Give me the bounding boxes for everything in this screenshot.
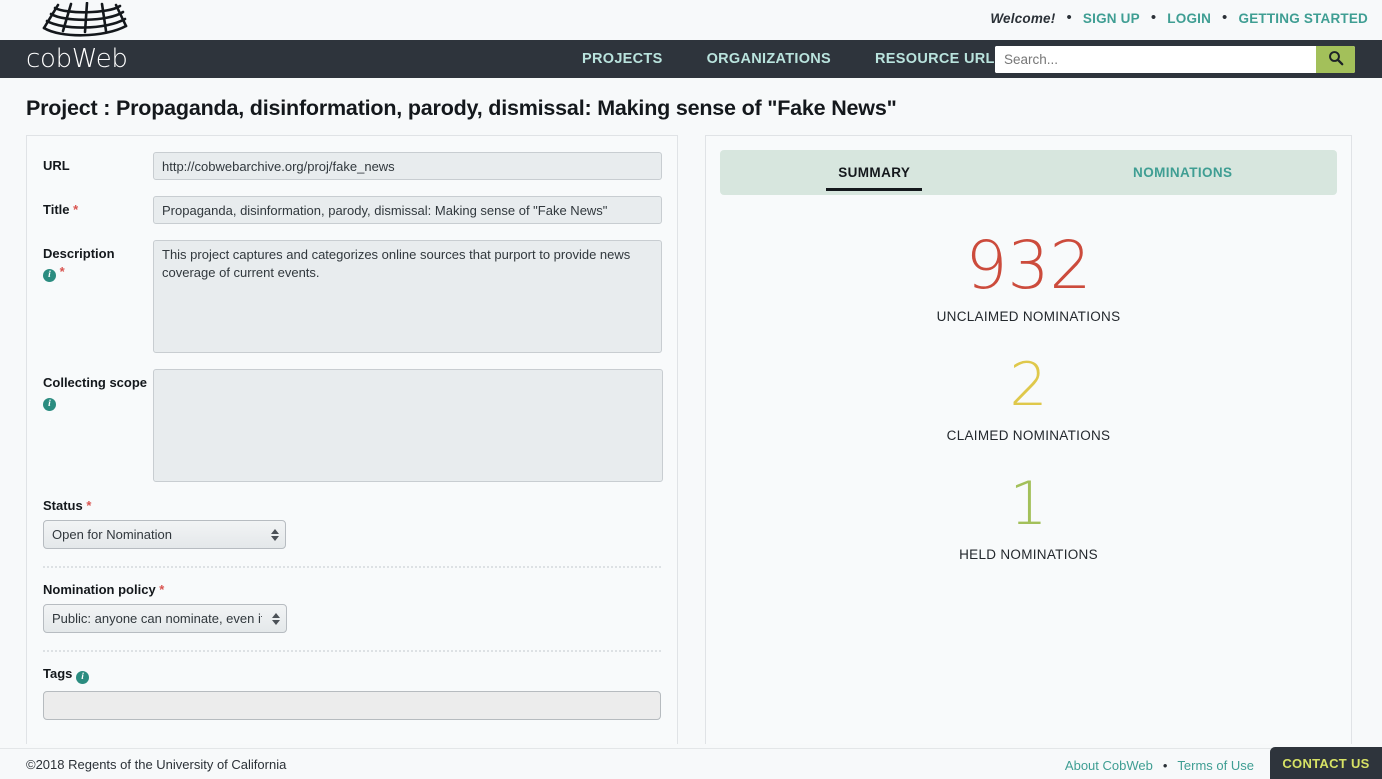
getting-started-link[interactable]: GETTING STARTED [1239,11,1369,26]
search-input[interactable] [995,46,1316,73]
terms-of-use-link[interactable]: Terms of Use [1177,758,1254,773]
nav-separator: • [1150,9,1157,26]
page-title: Project : Propaganda, disinformation, pa… [26,96,897,120]
form-divider [43,650,661,652]
description-label-text: Description [43,246,115,261]
stat-label: CLAIMED NOMINATIONS [946,428,1111,443]
summary-stats: 932 UNCLAIMED NOMINATIONS 2 CLAIMED NOMI… [706,195,1351,563]
utility-bar: Welcome! • SIGN UP • LOGIN • GETTING STA… [0,0,1382,40]
url-input[interactable] [153,152,662,180]
summary-panel: SUMMARY NOMINATIONS 932 UNCLAIMED NOMINA… [705,135,1352,744]
login-link[interactable]: LOGIN [1167,11,1211,26]
stat-label: HELD NOMINATIONS [959,547,1098,562]
footer-separator: • [1162,758,1168,773]
description-label: Description i * [43,240,153,282]
nomination-policy-label: Nomination policy * [43,582,663,597]
url-label: URL [43,152,153,175]
collecting-scope-label-text: Collecting scope [43,375,148,390]
collecting-scope-textarea[interactable] [153,369,663,482]
tags-input[interactable] [43,691,661,720]
nav-item-projects[interactable]: PROJECTS [560,51,685,67]
copyright-text: ©2018 Regents of the University of Calif… [26,757,287,772]
stat-value: 1 [1009,469,1048,539]
project-form-panel: URL Title * Description i * This project… [26,135,678,744]
info-icon[interactable]: i [43,398,56,411]
project-form: URL Title * Description i * This project… [27,136,677,720]
page-footer: ©2018 Regents of the University of Calif… [0,747,1382,779]
logo-text: cobWeb [26,44,128,74]
required-marker: * [86,498,92,513]
stat-label: UNCLAIMED NOMINATIONS [936,309,1121,324]
title-input[interactable] [153,196,662,224]
url-label-text: URL [43,158,70,173]
collecting-scope-label: Collecting scope i [43,369,153,411]
field-row-title: Title * [43,196,663,224]
detail-tabbar: SUMMARY NOMINATIONS [720,150,1337,195]
search-icon [1328,50,1344,69]
status-select-wrap: Open for Nomination [43,520,286,549]
nomination-policy-block: Nomination policy * Public: anyone can n… [43,582,663,633]
status-block: Status * Open for Nomination [43,498,663,549]
tags-block: Tags i [43,666,663,720]
nomination-policy-select[interactable]: Public: anyone can nominate, even if tl [43,604,287,633]
field-row-description: Description i * This project captures an… [43,240,663,353]
field-row-url: URL [43,152,663,180]
nav-separator: • [1066,9,1072,26]
search-button[interactable] [1316,46,1355,73]
description-textarea[interactable]: This project captures and categorizes on… [153,240,662,353]
status-label: Status * [43,498,663,513]
required-marker: * [59,264,65,279]
main-nav-links: PROJECTS ORGANIZATIONS RESOURCE URLS [560,51,1027,67]
title-label-text: Title [43,202,70,217]
welcome-text: Welcome! [990,11,1056,26]
tags-label: Tags i [43,666,663,684]
required-marker: * [159,582,165,597]
status-label-text: Status [43,498,83,513]
form-divider [43,566,661,568]
stat-claimed-nominations: 2 CLAIMED NOMINATIONS [706,348,1351,443]
about-cobweb-link[interactable]: About CobWeb [1065,758,1153,773]
info-icon[interactable]: i [43,269,56,282]
site-logo[interactable]: cobWeb [26,0,150,78]
stat-value: 2 [1009,350,1048,420]
info-icon[interactable]: i [76,671,90,684]
stat-unclaimed-nominations: 932 UNCLAIMED NOMINATIONS [706,227,1351,325]
content-columns: URL Title * Description i * This project… [0,135,1382,744]
field-row-collecting-scope: Collecting scope i [43,369,663,482]
stat-value: 932 [965,227,1092,304]
stat-held-nominations: 1 HELD NOMINATIONS [706,467,1351,562]
tab-summary[interactable]: SUMMARY [720,150,1029,195]
contact-us-button[interactable]: CONTACT US [1270,747,1382,779]
tab-nominations[interactable]: NOMINATIONS [1029,150,1338,195]
nav-separator: • [1222,9,1228,26]
nomination-policy-label-text: Nomination policy [43,582,156,597]
main-navbar: PROJECTS ORGANIZATIONS RESOURCE URLS [0,40,1382,78]
required-marker: * [73,202,79,217]
footer-links: About CobWeb • Terms of Use [1065,758,1254,773]
utility-nav: Welcome! • SIGN UP • LOGIN • GETTING STA… [990,9,1369,26]
sign-up-link[interactable]: SIGN UP [1083,11,1140,26]
nomination-policy-select-wrap: Public: anyone can nominate, even if tl [43,604,287,633]
title-label: Title * [43,196,153,219]
cobweb-grid-icon [38,1,134,46]
status-select[interactable]: Open for Nomination [43,520,286,549]
search-box [995,46,1355,73]
tags-label-text: Tags [43,666,73,681]
nav-item-organizations[interactable]: ORGANIZATIONS [685,51,853,67]
